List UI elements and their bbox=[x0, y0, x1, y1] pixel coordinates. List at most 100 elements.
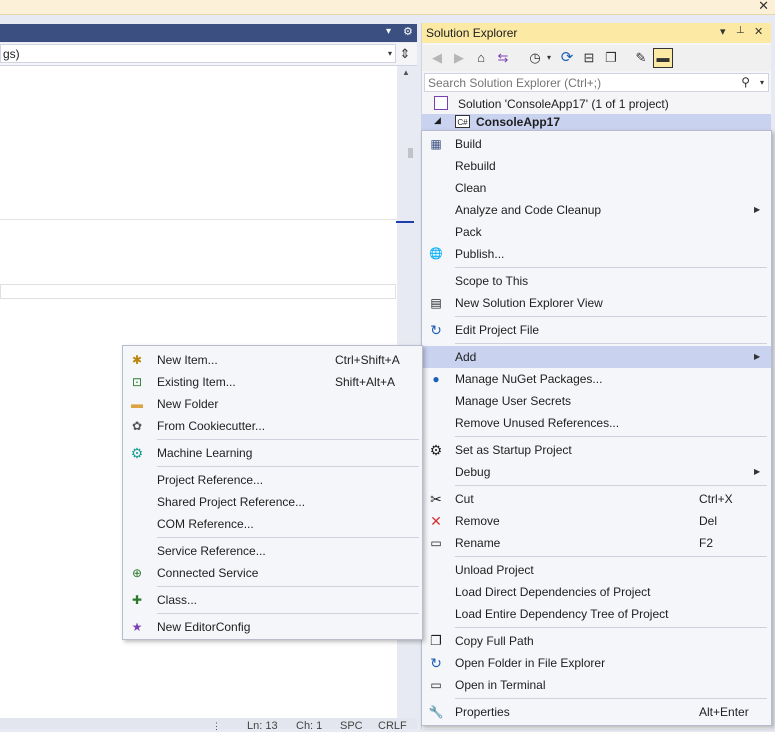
remove-icon: ✕ bbox=[430, 513, 442, 529]
member-dropdown-value: gs) bbox=[3, 47, 20, 61]
wrench-icon: 🔧 bbox=[428, 705, 444, 719]
menu-item-remove-unused-refs[interactable]: Remove Unused References... bbox=[422, 412, 771, 434]
menu-item-startup[interactable]: ⚙ Set as Startup Project bbox=[422, 439, 771, 461]
class-icon: ✚ bbox=[131, 593, 143, 607]
existing-item-icon: ⊡ bbox=[131, 375, 143, 389]
menu-item-open-folder[interactable]: ↻ Open Folder in File Explorer bbox=[422, 652, 771, 674]
menu-separator bbox=[455, 436, 767, 437]
menu-item-unload[interactable]: Unload Project bbox=[422, 559, 771, 581]
back-icon[interactable]: ◀ bbox=[428, 49, 446, 67]
menu-separator bbox=[455, 485, 767, 486]
forward-icon[interactable]: ▶ bbox=[450, 49, 468, 67]
menu-item-shared-project-reference[interactable]: Shared Project Reference... bbox=[123, 491, 422, 513]
menu-item-nuget[interactable]: ● Manage NuGet Packages... bbox=[422, 368, 771, 390]
menu-item-load-dep-tree[interactable]: Load Entire Dependency Tree of Project bbox=[422, 603, 771, 625]
csharp-project-icon: C# bbox=[455, 115, 470, 128]
menu-item-rebuild[interactable]: Rebuild bbox=[422, 155, 771, 177]
menu-item-class[interactable]: ✚ Class... bbox=[123, 589, 422, 611]
menu-item-new-item[interactable]: ✱ New Item... Ctrl+Shift+A bbox=[123, 349, 422, 371]
menu-item-remove[interactable]: ✕ Remove Del bbox=[422, 510, 771, 532]
rename-icon: ▭ bbox=[430, 536, 442, 550]
menu-item-service-reference[interactable]: Service Reference... bbox=[123, 540, 422, 562]
gear-icon[interactable]: ⚙ bbox=[403, 25, 413, 38]
solution-explorer-search[interactable]: ⚲ ▾ bbox=[424, 73, 769, 92]
menu-item-project-reference[interactable]: Project Reference... bbox=[123, 469, 422, 491]
search-icon[interactable]: ⚲ bbox=[741, 75, 750, 89]
chevron-down-icon[interactable]: ▾ bbox=[540, 49, 558, 67]
gear-icon: ⚙ bbox=[429, 442, 443, 458]
chevron-down-icon: ▾ bbox=[387, 49, 392, 58]
pin-icon[interactable]: ⊥ bbox=[736, 25, 745, 36]
status-bar: ⋮ Ln: 13 Ch: 1 SPC CRLF bbox=[0, 718, 417, 732]
menu-separator bbox=[157, 613, 419, 614]
menu-item-analyze[interactable]: Analyze and Code Cleanup ▶ bbox=[422, 199, 771, 221]
menu-item-new-folder[interactable]: ▬ New Folder bbox=[123, 393, 422, 415]
info-bar: ✕ bbox=[0, 0, 775, 15]
show-all-files-icon[interactable]: ❐ bbox=[602, 49, 620, 67]
menu-item-new-view[interactable]: ▤ New Solution Explorer View bbox=[422, 292, 771, 314]
menu-item-publish[interactable]: 🌐 Publish... bbox=[422, 243, 771, 265]
close-icon[interactable]: ✕ bbox=[754, 25, 763, 38]
menu-separator bbox=[157, 439, 419, 440]
search-input[interactable] bbox=[428, 76, 728, 90]
tree-item-project[interactable]: ◢ C# ConsoleApp17 bbox=[422, 114, 771, 131]
menu-separator bbox=[157, 586, 419, 587]
menu-item-rename[interactable]: ▭ Rename F2 bbox=[422, 532, 771, 554]
submenu-arrow-icon: ▶ bbox=[754, 467, 761, 476]
status-line-ending[interactable]: CRLF bbox=[378, 720, 407, 732]
cookiecutter-icon: ✿ bbox=[131, 419, 143, 433]
solution-explorer-title-bar: Solution Explorer ▾ ⊥ ✕ bbox=[422, 23, 771, 43]
status-spacing[interactable]: SPC bbox=[340, 720, 363, 732]
submenu-arrow-icon: ▶ bbox=[754, 205, 761, 214]
folder-open-icon: ↻ bbox=[430, 655, 442, 671]
menu-item-connected-service[interactable]: ⊕ Connected Service bbox=[123, 562, 422, 584]
menu-item-properties[interactable]: 🔧 Properties Alt+Enter bbox=[422, 701, 771, 723]
scissors-icon: ✂ bbox=[430, 491, 442, 507]
sync-icon[interactable]: ⟳ bbox=[558, 49, 576, 67]
menu-item-open-terminal[interactable]: ▭ Open in Terminal bbox=[422, 674, 771, 696]
connected-service-icon: ⊕ bbox=[131, 566, 143, 580]
menu-item-cut[interactable]: ✂ Cut Ctrl+X bbox=[422, 488, 771, 510]
new-view-icon: ▤ bbox=[430, 296, 442, 310]
menu-item-copy-path[interactable]: ❐ Copy Full Path bbox=[422, 630, 771, 652]
expand-arrow-icon[interactable]: ◢ bbox=[434, 115, 441, 126]
status-column: Ch: 1 bbox=[296, 720, 323, 732]
status-line: Ln: 13 bbox=[247, 720, 278, 732]
preview-selected-items-icon[interactable]: ▬ bbox=[653, 48, 673, 68]
menu-separator bbox=[455, 627, 767, 628]
menu-item-debug[interactable]: Debug ▶ bbox=[422, 461, 771, 483]
scroll-up-icon[interactable]: ▲ bbox=[402, 68, 410, 77]
dropdown-arrow-icon[interactable]: ▾ bbox=[386, 26, 391, 37]
menu-item-clean[interactable]: Clean bbox=[422, 177, 771, 199]
solution-icon bbox=[434, 96, 448, 110]
build-icon: ▦ bbox=[430, 137, 442, 151]
chevron-down-icon[interactable]: ▾ bbox=[760, 78, 764, 87]
close-icon[interactable]: ✕ bbox=[758, 0, 769, 14]
menu-item-user-secrets[interactable]: Manage User Secrets bbox=[422, 390, 771, 412]
dropdown-arrow-icon[interactable]: ▾ bbox=[720, 25, 726, 38]
menu-item-cookiecutter[interactable]: ✿ From Cookiecutter... bbox=[123, 415, 422, 437]
terminal-icon: ▭ bbox=[430, 678, 442, 692]
switch-views-icon[interactable]: ⇆ bbox=[494, 49, 512, 67]
menu-item-edit-project[interactable]: ↻ Edit Project File bbox=[422, 319, 771, 341]
menu-item-load-direct-deps[interactable]: Load Direct Dependencies of Project bbox=[422, 581, 771, 603]
edit-project-icon: ↻ bbox=[430, 322, 442, 338]
properties-icon[interactable]: ✎ bbox=[632, 49, 650, 67]
scrollbar-thumb[interactable] bbox=[408, 148, 413, 158]
menu-item-add[interactable]: Add ▶ bbox=[422, 346, 771, 368]
menu-item-existing-item[interactable]: ⊡ Existing Item... Shift+Alt+A bbox=[123, 371, 422, 393]
menu-item-scope[interactable]: Scope to This bbox=[422, 270, 771, 292]
split-view-button[interactable]: ⇕ bbox=[398, 46, 412, 62]
tree-item-label: ConsoleApp17 bbox=[476, 115, 561, 129]
folder-icon: ▬ bbox=[131, 397, 143, 411]
menu-item-new-editorconfig[interactable]: ★ New EditorConfig bbox=[123, 616, 422, 638]
member-dropdown[interactable]: gs) ▾ bbox=[0, 44, 396, 63]
project-context-menu: ▦ Build Rebuild Clean Analyze and Code Cl… bbox=[421, 130, 772, 726]
nuget-icon: ● bbox=[432, 372, 440, 386]
menu-item-build[interactable]: ▦ Build bbox=[422, 133, 771, 155]
home-icon[interactable]: ⌂ bbox=[472, 49, 490, 67]
menu-item-machine-learning[interactable]: ⚙ Machine Learning bbox=[123, 442, 422, 464]
menu-item-com-reference[interactable]: COM Reference... bbox=[123, 513, 422, 535]
menu-item-pack[interactable]: Pack bbox=[422, 221, 771, 243]
collapse-all-icon[interactable]: ⊟ bbox=[580, 49, 598, 67]
